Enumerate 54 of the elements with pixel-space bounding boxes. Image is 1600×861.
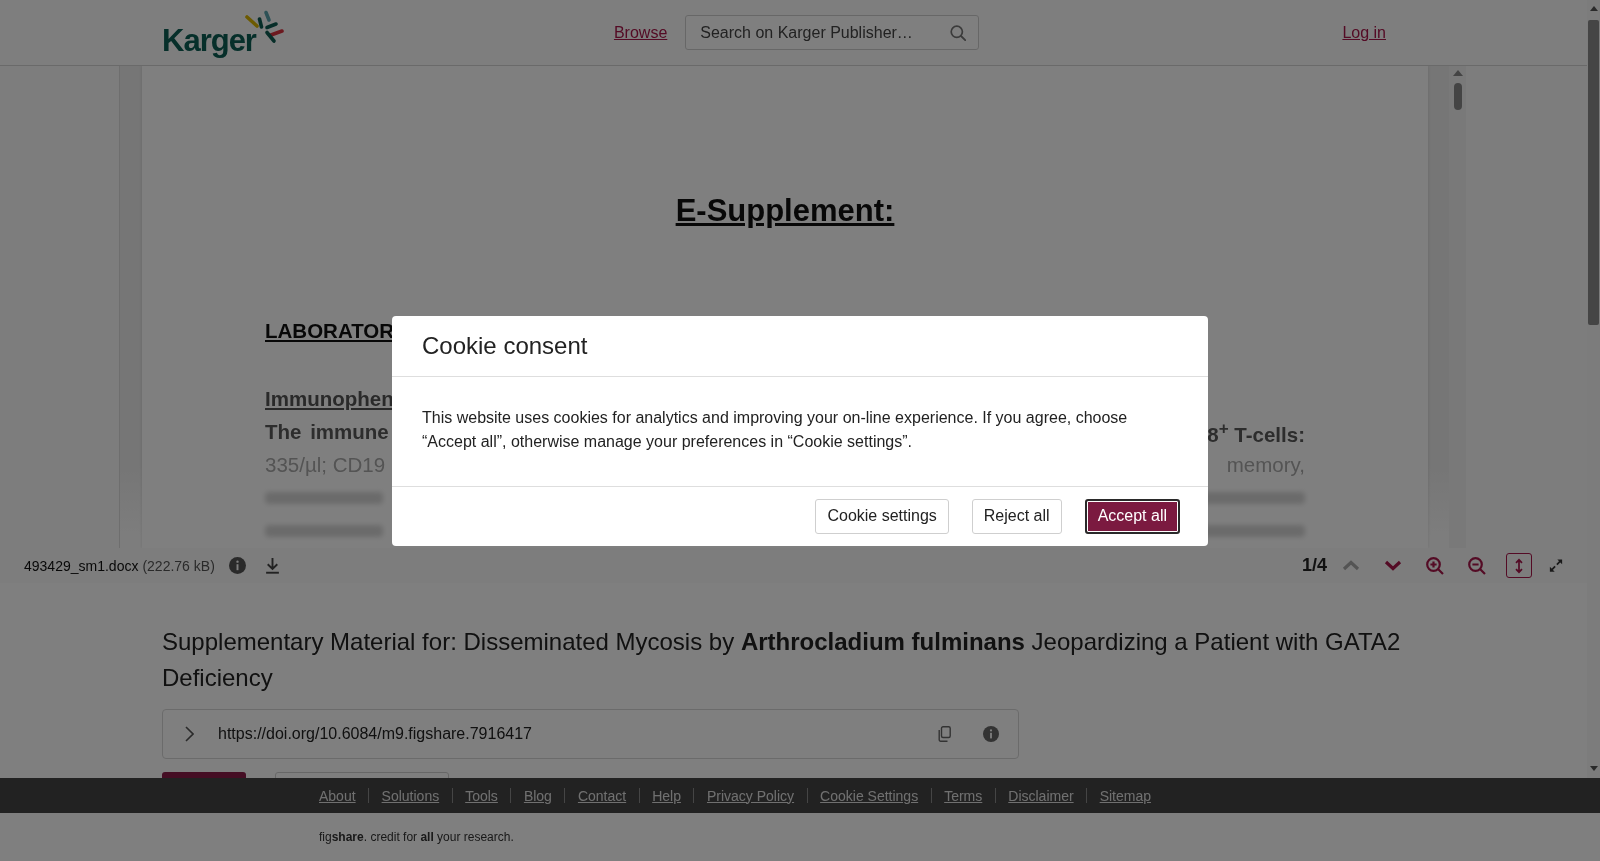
scroll-down-icon[interactable]: [1589, 766, 1598, 771]
chevron-right-icon: [185, 726, 194, 742]
expand-button[interactable]: [185, 726, 194, 742]
section-heading: LABORATOR: [265, 317, 395, 344]
search-icon[interactable]: [950, 25, 967, 41]
info-button[interactable]: [983, 726, 999, 742]
chevron-down-icon: [1384, 560, 1402, 571]
doi-link[interactable]: https://doi.org/10.6084/m9.figshare.7916417: [218, 725, 937, 743]
zoom-in-icon: [1426, 556, 1444, 575]
credit-text: figshare. credit for all your research.: [318, 829, 515, 846]
document-heading: E-Supplement:: [675, 193, 895, 229]
footer-link[interactable]: Cookie Settings: [820, 787, 919, 804]
accept-button[interactable]: Accept all: [1084, 498, 1180, 534]
footer-link[interactable]: Terms: [944, 787, 983, 804]
fit-height-icon: [1514, 557, 1524, 574]
info-button[interactable]: [228, 557, 246, 574]
copy-icon: [937, 726, 951, 742]
scroll-up-icon[interactable]: [1452, 70, 1463, 76]
fullscreen-icon: [1549, 558, 1563, 573]
dialog-button[interactable]: Reject all: [971, 498, 1062, 534]
document-text: The immune: [265, 418, 389, 445]
scrollbar-thumb[interactable]: [1453, 83, 1462, 110]
file-name: 493429_sm1.docx: [24, 557, 139, 574]
dialog-message: This website uses cookies for analytics and improving your on-line experience. If you agree, choose “Accept all”, otherwise manage your preferences in “Cookie settings”.: [422, 407, 1129, 452]
info-icon: [983, 726, 999, 742]
fit-height-button[interactable]: [1506, 553, 1532, 578]
footer-link[interactable]: Blog: [523, 787, 552, 804]
dialog-title: Cookie consent: [422, 331, 588, 360]
footer-link[interactable]: Disclaimer: [1008, 787, 1074, 804]
article-title: Supplementary Material for: Disseminated Mycosis by Arthrocladium fulminans Jeopardizing a Patient with GATA2 Deficiency: [162, 627, 1402, 693]
footer-link[interactable]: Solutions: [381, 787, 440, 804]
logo-wordmark[interactable]: Karger: [162, 24, 256, 56]
section-heading: Immunophen: [265, 385, 394, 412]
footer-link[interactable]: Help: [652, 787, 681, 804]
footer-link[interactable]: Sitemap: [1099, 787, 1151, 804]
file-size: (222.76 kB): [142, 557, 215, 574]
scrollbar-thumb[interactable]: [1588, 20, 1599, 325]
download-button[interactable]: [263, 557, 281, 574]
footer-link[interactable]: About: [319, 787, 356, 804]
dialog-button[interactable]: Cookie settings: [815, 498, 949, 534]
download-icon: [263, 557, 281, 574]
copy-button[interactable]: [937, 726, 951, 742]
info-icon: [228, 557, 246, 574]
document-text: 8$^{+}$ T-cells:: [1207, 417, 1305, 448]
login-link[interactable]: Log in: [1342, 23, 1386, 42]
footer-link[interactable]: Contact: [577, 787, 627, 804]
zoom-out-icon: [1468, 556, 1486, 575]
browse-link[interactable]: Browse: [613, 23, 668, 42]
footer-link[interactable]: Privacy Policy: [706, 787, 795, 804]
footer-link[interactable]: Tools: [465, 787, 498, 804]
chevron-up-icon: [1342, 560, 1360, 571]
scroll-up-icon[interactable]: [1589, 6, 1598, 11]
search-field[interactable]: Search on Karger Publisher…: [685, 15, 980, 50]
page-indicator: 1/4: [1301, 555, 1327, 576]
